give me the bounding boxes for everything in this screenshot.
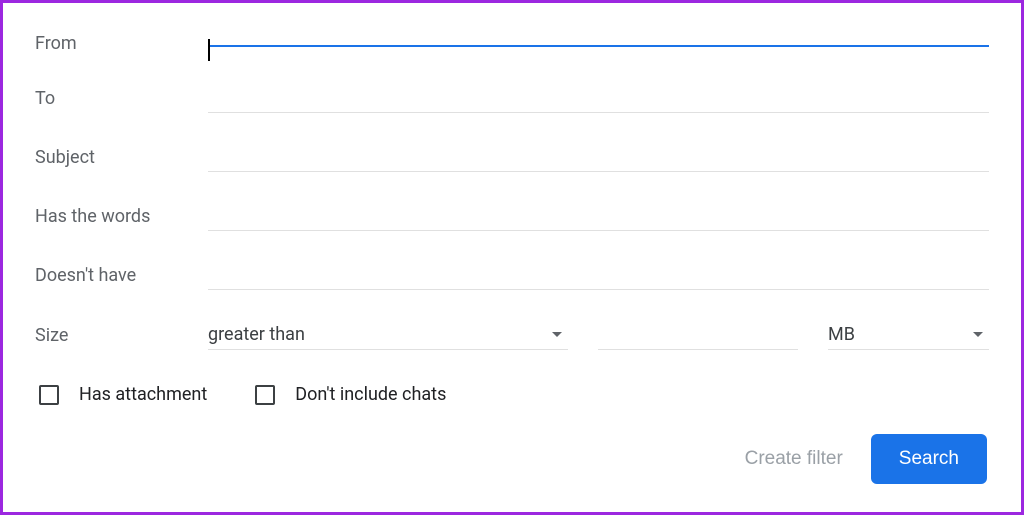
doesnt-have-row: Doesn't have [35,261,989,290]
create-filter-button[interactable]: Create filter [745,448,843,470]
text-cursor-icon [208,39,210,61]
size-comparator-dropdown[interactable]: greater than [208,320,568,350]
has-attachment-checkbox[interactable] [39,385,59,405]
search-button[interactable]: Search [871,434,987,484]
size-comparator-value: greater than [208,324,305,345]
from-input[interactable] [208,41,989,47]
to-input[interactable] [208,84,989,113]
size-unit-value: MB [828,324,855,345]
size-value-input[interactable] [598,321,798,350]
has-attachment-group: Has attachment [39,384,207,405]
search-filter-panel: From To Subject Has the words Doesn't ha… [0,0,1024,515]
to-row: To [35,84,989,113]
subject-input[interactable] [208,143,989,172]
size-row: Size greater than MB [35,320,989,350]
size-unit-dropdown[interactable]: MB [828,320,989,350]
dont-include-chats-checkbox[interactable] [255,385,275,405]
checkbox-row: Has attachment Don't include chats [35,384,989,405]
chevron-down-icon [973,332,983,337]
size-label: Size [35,325,208,346]
chevron-down-icon [552,332,562,337]
to-label: To [35,88,208,109]
has-attachment-label: Has attachment [79,384,207,405]
subject-label: Subject [35,147,208,168]
from-row: From [35,33,989,54]
subject-row: Subject [35,143,989,172]
has-words-row: Has the words [35,202,989,231]
dont-include-chats-group: Don't include chats [255,384,446,405]
has-words-input[interactable] [208,202,989,231]
footer-actions: Create filter Search [745,434,987,484]
doesnt-have-input[interactable] [208,261,989,290]
has-words-label: Has the words [35,206,208,227]
doesnt-have-label: Doesn't have [35,265,208,286]
dont-include-chats-label: Don't include chats [295,384,446,405]
from-label: From [35,33,208,54]
